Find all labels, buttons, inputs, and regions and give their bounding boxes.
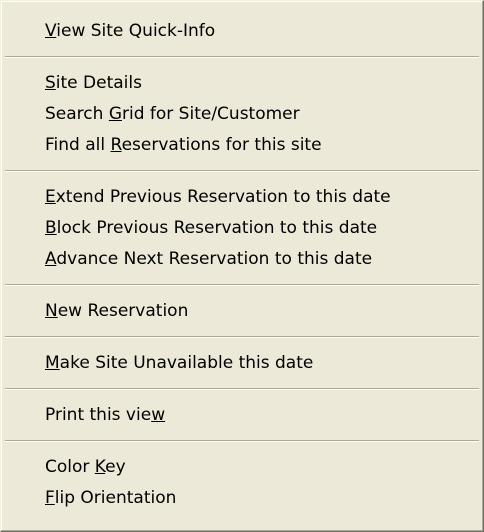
- menu-item-label-suffix: ake Site Unavailable this date: [59, 353, 314, 373]
- menu-item-new-reservation[interactable]: New Reservation: [1, 296, 483, 327]
- menu-separator: [5, 388, 479, 390]
- menu-item-label-suffix: rid for Site/Customer: [122, 104, 300, 124]
- menu-item-print-this-view[interactable]: Print this view: [1, 400, 483, 431]
- menu-separator: [5, 336, 479, 338]
- menu-item-label-suffix: dvance Next Reservation to this date: [56, 249, 373, 269]
- menu-item-label-suffix: lock Previous Reservation to this date: [56, 218, 378, 238]
- menu-item-mnemonic: E: [45, 187, 56, 207]
- menu-item-color-key[interactable]: Color Key: [1, 452, 483, 483]
- menu-item-mnemonic: w: [151, 405, 166, 425]
- menu-item-mnemonic: K: [94, 457, 106, 477]
- menu-separator: [5, 56, 479, 58]
- menu-item-mnemonic: A: [45, 249, 57, 269]
- menu-item-label-suffix: xtend Previous Reservation to this date: [55, 187, 391, 207]
- menu-item-label-prefix: Find all: [45, 135, 111, 155]
- menu-item-make-site-unavailable[interactable]: Make Site Unavailable this date: [1, 348, 483, 379]
- menu-item-label-suffix: eservations for this site: [121, 135, 322, 155]
- menu-item-mnemonic: R: [110, 135, 122, 155]
- menu-item-advance-next-reservation[interactable]: Advance Next Reservation to this date: [1, 244, 483, 275]
- menu-item-label-prefix: Search: [45, 104, 109, 124]
- menu-item-flip-orientation[interactable]: Flip Orientation: [1, 483, 483, 514]
- menu-item-label-suffix: ew Reservation: [57, 301, 189, 321]
- menu-item-find-all-reservations[interactable]: Find all Reservations for this site: [1, 130, 483, 161]
- menu-item-mnemonic: G: [108, 104, 122, 124]
- menu-item-mnemonic: B: [45, 218, 57, 238]
- menu-item-block-previous-reservation[interactable]: Block Previous Reservation to this date: [1, 213, 483, 244]
- menu-item-view-site-quick-info[interactable]: View Site Quick-Info: [1, 16, 483, 47]
- menu-item-label-prefix: Color: [45, 457, 95, 477]
- menu-item-site-details[interactable]: Site Details: [1, 68, 483, 99]
- context-menu: View Site Quick-Info Site Details Search G…: [0, 0, 484, 532]
- menu-item-mnemonic: M: [45, 353, 60, 373]
- menu-item-mnemonic: F: [45, 488, 55, 508]
- menu-item-label-suffix: ite Details: [55, 73, 142, 93]
- menu-separator: [5, 440, 479, 442]
- menu-item-mnemonic: S: [45, 73, 56, 93]
- menu-item-label-prefix: Print this vie: [45, 405, 152, 425]
- menu-item-mnemonic: V: [45, 21, 57, 41]
- menu-item-extend-previous-reservation[interactable]: Extend Previous Reservation to this date: [1, 182, 483, 213]
- menu-item-label-suffix: ey: [105, 457, 126, 477]
- menu-item-mnemonic: N: [45, 301, 58, 321]
- menu-item-label-suffix: lip Orientation: [54, 488, 177, 508]
- menu-separator: [5, 284, 479, 286]
- menu-item-label-suffix: iew Site Quick-Info: [56, 21, 216, 41]
- menu-item-search-grid-for-site-customer[interactable]: Search Grid for Site/Customer: [1, 99, 483, 130]
- menu-separator: [5, 170, 479, 172]
